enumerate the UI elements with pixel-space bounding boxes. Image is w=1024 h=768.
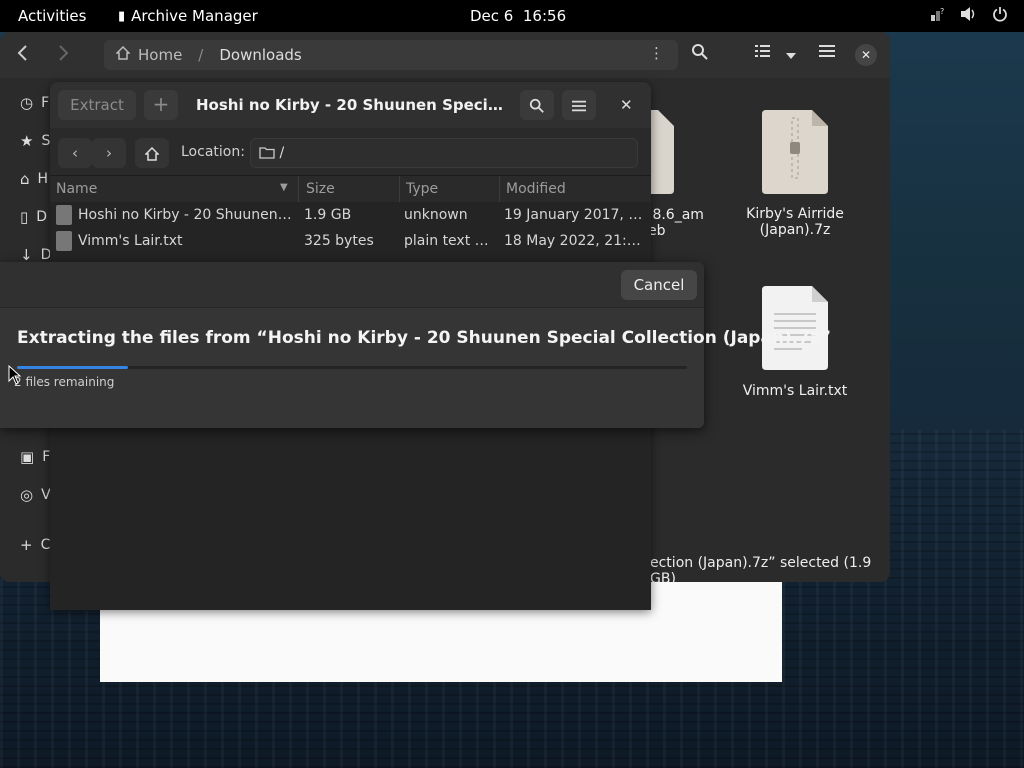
- hamburger-menu-icon: [571, 95, 587, 114]
- disc-icon: ◎: [20, 486, 34, 504]
- svg-text:?: ?: [940, 7, 944, 16]
- row-modified: 19 January 2017, 21...: [504, 207, 644, 223]
- column-divider: [399, 176, 400, 202]
- clock-date: Dec 6: [470, 7, 514, 25]
- files-headerbar: Home / Downloads ⋮ ✕: [0, 32, 890, 78]
- row-type: unknown: [404, 207, 468, 223]
- row-type: plain text d...: [404, 233, 494, 249]
- search-icon: [529, 95, 545, 114]
- sidebar-item-other-locations[interactable]: + C: [20, 536, 50, 554]
- progress-title: Extracting the files from “Hoshi no Kirb…: [17, 328, 832, 348]
- archive-home-button[interactable]: [135, 138, 169, 168]
- plus-icon: +: [20, 536, 33, 554]
- table-row[interactable]: Vimm's Lair.txt 325 bytes plain text d..…: [50, 228, 651, 254]
- add-files-button[interactable]: +: [144, 90, 178, 120]
- text-file-label: Vimm's Lair.txt: [742, 383, 848, 399]
- column-size[interactable]: Size: [306, 181, 335, 197]
- row-size: 1.9 GB: [304, 207, 352, 223]
- archive-title: Hoshi no Kirby - 20 Shuunen Special Coll…: [196, 96, 506, 114]
- plus-icon: +: [152, 92, 170, 116]
- activities-button[interactable]: Activities: [18, 7, 86, 25]
- row-name: Hoshi no Kirby - 20 Shuunen Sp...: [78, 207, 294, 223]
- sort-down-icon: ▼: [280, 182, 288, 193]
- archive-file-label-line2: (Japan).7z: [759, 222, 831, 238]
- sidebar-item-floppy[interactable]: ▣ F: [20, 448, 50, 466]
- network-icon: ?: [930, 6, 946, 26]
- column-name[interactable]: Name: [56, 181, 97, 197]
- sidebar-item-documents[interactable]: ▯ D: [20, 208, 47, 226]
- archive-file-icon[interactable]: [762, 110, 828, 194]
- table-row[interactable]: Hoshi no Kirby - 20 Shuunen Sp... 1.9 GB…: [50, 202, 651, 228]
- progress-bar-fill: [17, 366, 128, 369]
- drive-icon: ▣: [20, 448, 35, 466]
- column-type[interactable]: Type: [406, 181, 438, 197]
- location-value: /: [279, 145, 285, 161]
- extract-progress-dialog: Cancel Extracting the files from “Hoshi …: [0, 262, 831, 428]
- column-modified[interactable]: Modified: [506, 181, 566, 197]
- path-home[interactable]: Home: [138, 46, 182, 64]
- path-separator: /: [198, 46, 204, 64]
- column-divider: [298, 176, 299, 202]
- home-icon: [144, 144, 160, 162]
- row-modified: 18 May 2022, 21:14: [504, 233, 644, 249]
- back-icon: ‹: [72, 144, 78, 162]
- deb-file-label-line2: eb: [648, 223, 666, 239]
- archive-back-button[interactable]: ‹: [58, 138, 92, 168]
- archive-forward-button[interactable]: ›: [92, 138, 126, 168]
- column-header: Name ▼ Size Type Modified: [50, 176, 651, 202]
- deb-file-label: .8.6_am eb: [648, 207, 718, 239]
- top-bar: Activities ▮ Archive Manager Dec 6 16:56…: [0, 0, 1024, 32]
- forward-icon: ›: [106, 144, 112, 162]
- cancel-button[interactable]: Cancel: [621, 270, 697, 300]
- progress-bar: [17, 366, 687, 369]
- home-icon: ⌂: [20, 170, 30, 188]
- forward-icon[interactable]: [56, 44, 70, 67]
- list-view-icon[interactable]: [754, 43, 772, 64]
- row-name: Vimm's Lair.txt: [78, 233, 183, 249]
- sidebar-item-home[interactable]: ⌂ H: [20, 170, 48, 188]
- star-icon: ★: [20, 132, 34, 150]
- sidebar-item-starred[interactable]: ★ S: [20, 132, 50, 150]
- back-icon[interactable]: [16, 44, 30, 67]
- chevron-down-icon[interactable]: [785, 46, 797, 66]
- extract-button[interactable]: Extract: [58, 90, 136, 120]
- app-menu[interactable]: ▮ Archive Manager: [118, 7, 258, 25]
- search-icon[interactable]: [691, 43, 709, 66]
- archive-file-label: Kirby's Airride (Japan).7z: [730, 206, 860, 238]
- app-name: Archive Manager: [131, 7, 258, 25]
- location-bar: ‹ › Location: /: [50, 128, 651, 176]
- archive-headerbar: Extract + Hoshi no Kirby - 20 Shuunen Sp…: [50, 82, 651, 128]
- archive-close-icon[interactable]: ✕: [620, 96, 633, 114]
- kebab-menu-icon[interactable]: ⋮: [649, 44, 664, 62]
- clock[interactable]: Dec 6 16:56: [470, 7, 566, 25]
- system-tray[interactable]: ?: [930, 6, 1008, 26]
- sidebar-item-volume[interactable]: ◎ V: [20, 486, 51, 504]
- row-size: 325 bytes: [304, 233, 374, 249]
- sidebar-item-recent[interactable]: ◷ F: [20, 94, 49, 112]
- archive-app-icon: ▮: [118, 8, 126, 24]
- location-field[interactable]: /: [250, 138, 638, 168]
- deb-file-label-line1: .8.6_am: [648, 207, 704, 223]
- home-icon: [115, 45, 131, 64]
- column-divider: [499, 176, 500, 202]
- clock-time: 16:56: [522, 7, 567, 25]
- folder-icon: [259, 145, 279, 161]
- document-icon: ▯: [20, 208, 29, 226]
- progress-subtitle: 2 files remaining: [14, 375, 115, 389]
- clock-icon: ◷: [20, 94, 34, 112]
- location-label: Location:: [181, 144, 245, 160]
- volume-icon: [960, 6, 978, 26]
- progress-dialog-header: Cancel: [0, 262, 704, 308]
- power-icon: [992, 6, 1008, 26]
- files-close-button[interactable]: ✕: [855, 44, 877, 66]
- archive-menu-button[interactable]: [562, 90, 596, 120]
- archive-file-label-line1: Kirby's Airride: [746, 206, 844, 222]
- file-icon: [56, 231, 72, 251]
- path-current[interactable]: Downloads: [219, 46, 301, 64]
- file-icon: [56, 205, 72, 225]
- archive-search-button[interactable]: [520, 90, 554, 120]
- hamburger-menu-icon[interactable]: [818, 43, 836, 64]
- path-bar[interactable]: Home / Downloads ⋮: [104, 40, 678, 70]
